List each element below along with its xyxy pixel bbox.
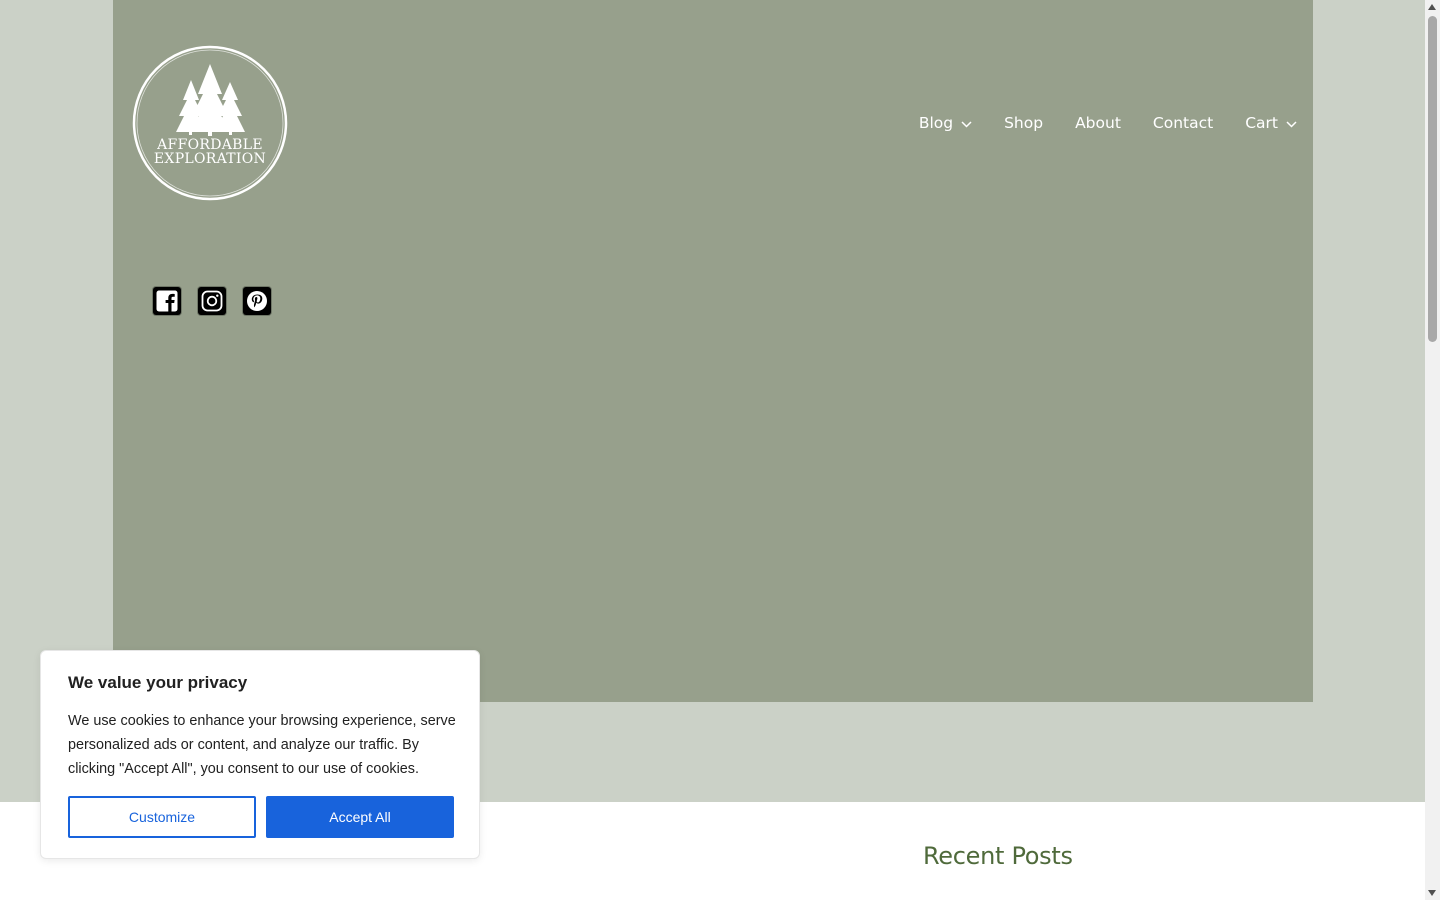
nav-item-blog[interactable]: Blog — [919, 114, 972, 132]
nav-item-shop[interactable]: Shop — [1004, 114, 1043, 132]
pine-trees-logo-icon — [132, 45, 288, 201]
pinterest-icon[interactable] — [243, 287, 271, 315]
social-links — [153, 287, 271, 315]
nav-item-cart[interactable]: Cart — [1245, 114, 1297, 132]
scrollbar-thumb[interactable] — [1428, 16, 1437, 342]
customize-button[interactable]: Customize — [68, 796, 256, 838]
accept-all-button[interactable]: Accept All — [266, 796, 454, 838]
nav-label: Cart — [1245, 114, 1278, 132]
instagram-icon[interactable] — [198, 287, 226, 315]
cookie-consent-banner: We value your privacy We use cookies to … — [40, 650, 480, 859]
cookie-banner-text: We use cookies to enhance your browsing … — [68, 713, 456, 777]
main-nav: Blog Shop About Contact Cart — [919, 110, 1297, 136]
nav-label: About — [1075, 114, 1121, 132]
scroll-up-arrow-icon[interactable] — [1428, 4, 1436, 10]
chevron-down-icon — [1286, 114, 1297, 132]
scroll-down-arrow-icon[interactable] — [1428, 890, 1436, 896]
logo-text-line1: AFFORDABLE — [157, 137, 263, 153]
cookie-banner-title: We value your privacy — [68, 673, 248, 692]
nav-item-about[interactable]: About — [1075, 114, 1121, 132]
facebook-icon[interactable] — [153, 287, 181, 315]
logo-text-line2: EXPLORATION — [153, 151, 267, 167]
site-logo[interactable]: AFFORDABLE EXPLORATION — [131, 44, 289, 202]
nav-item-contact[interactable]: Contact — [1153, 114, 1213, 132]
nav-label: Blog — [918, 114, 954, 132]
recent-posts-heading: Recent Posts — [923, 842, 1073, 870]
chevron-down-icon — [961, 114, 972, 132]
scrollbar[interactable] — [1425, 0, 1440, 900]
hero-section — [113, 0, 1313, 702]
nav-label: Contact — [1152, 114, 1214, 132]
nav-label: Shop — [1004, 114, 1044, 132]
